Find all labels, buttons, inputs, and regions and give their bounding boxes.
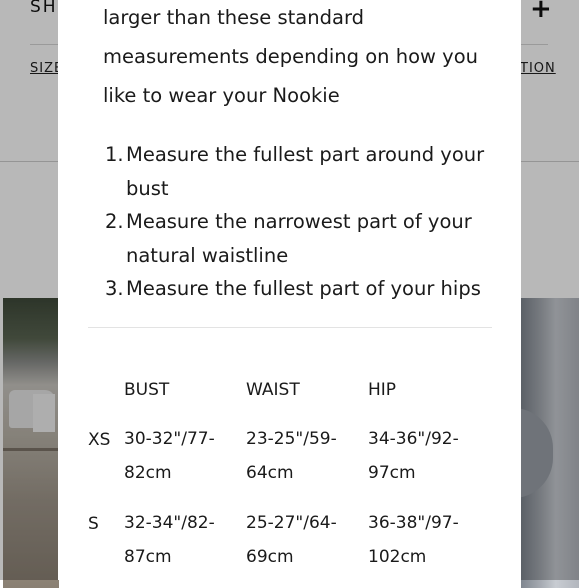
- step-number: 2.: [105, 210, 124, 233]
- step-text: Measure the fullest part of your hips: [126, 277, 481, 300]
- column-header-hip: HIP: [368, 380, 397, 400]
- table-cell-waist: 25-27"/64- 69cm: [246, 506, 337, 574]
- intro-text: larger than these standard measurements …: [103, 0, 503, 115]
- intro-line: measurements depending on how you: [103, 45, 478, 68]
- cell-line: 23-25"/59-: [246, 429, 337, 449]
- cell-line: 36-38"/97-: [368, 513, 459, 533]
- table-cell-bust: 30-32"/77- 82cm: [124, 422, 215, 490]
- column-header-bust: BUST: [124, 380, 170, 400]
- table-cell-hip: 34-36"/92- 97cm: [368, 422, 459, 490]
- step-number: 3.: [105, 277, 124, 300]
- table-cell-waist: 23-25"/59- 64cm: [246, 422, 337, 490]
- cell-line: 30-32"/77-: [124, 429, 215, 449]
- step-item: 1. Measure the fullest part around your …: [105, 138, 505, 205]
- step-text: Measure the fullest part around your: [126, 143, 485, 166]
- step-text: Measure the narrowest part of your: [126, 210, 472, 233]
- modal-divider: [88, 327, 492, 328]
- step-item: 3. Measure the fullest part of your hips: [105, 272, 505, 306]
- step-item: 2. Measure the narrowest part of your na…: [105, 205, 505, 272]
- cell-line: 69cm: [246, 547, 294, 567]
- cell-line: 102cm: [368, 547, 427, 567]
- intro-line: like to wear your Nookie: [103, 84, 340, 107]
- table-cell-bust: 32-34"/82- 87cm: [124, 506, 215, 574]
- size-label-xs: XS: [88, 430, 111, 450]
- cell-line: 34-36"/92-: [368, 429, 459, 449]
- table-cell-hip: 36-38"/97- 102cm: [368, 506, 459, 574]
- column-header-waist: WAIST: [246, 380, 300, 400]
- step-text: natural waistline: [126, 243, 289, 267]
- cell-line: 32-34"/82-: [124, 513, 215, 533]
- step-text: bust: [126, 176, 169, 200]
- step-number: 1.: [105, 143, 124, 166]
- intro-line: larger than these standard: [103, 6, 364, 29]
- cell-line: 25-27"/64-: [246, 513, 337, 533]
- size-label-s: S: [88, 514, 99, 534]
- measuring-steps: 1. Measure the fullest part around your …: [105, 138, 505, 306]
- size-guide-modal: larger than these standard measurements …: [58, 0, 521, 580]
- cell-line: 64cm: [246, 463, 294, 483]
- cell-line: 82cm: [124, 463, 172, 483]
- cell-line: 97cm: [368, 463, 416, 483]
- cell-line: 87cm: [124, 547, 172, 567]
